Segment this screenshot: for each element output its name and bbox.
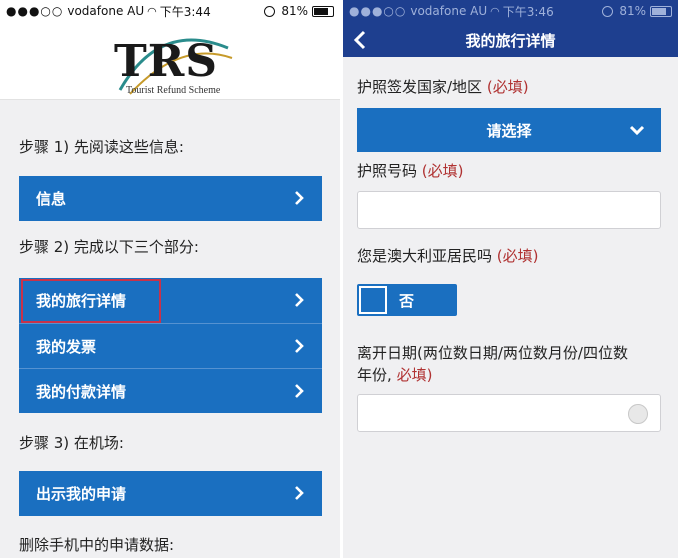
required-marker: 必填): [396, 366, 433, 384]
left-screen: ●●●○○ vodafone AU ◠ 下午3:44 81% TRS Touri…: [0, 0, 340, 558]
step-3-text: 步骤 3) 在机场:: [19, 434, 124, 452]
my-invoices-button[interactable]: 我的发票: [19, 323, 322, 368]
trs-logo: TRS: [114, 36, 219, 87]
wifi-icon: ◠: [490, 4, 500, 18]
app-header: TRS Tourist Refund Scheme: [0, 22, 340, 100]
departure-date-label: 离开日期(两位数日期/两位数月份/四位数 年份, 必填): [357, 342, 667, 386]
required-marker: (必填): [486, 78, 529, 96]
label-text: 您是澳大利亚居民吗: [357, 247, 493, 265]
required-marker: (必填): [421, 162, 464, 180]
chevron-right-icon: [295, 191, 304, 205]
resident-label: 您是澳大利亚居民吗 (必填): [357, 245, 539, 267]
toggle-label: 否: [399, 292, 415, 310]
rotation-lock-icon: [264, 5, 276, 17]
chevron-right-icon: [295, 293, 304, 307]
my-payment-details-button[interactable]: 我的付款详情: [19, 368, 322, 413]
chevron-down-icon: [629, 125, 645, 136]
passport-country-select[interactable]: 请选择: [357, 108, 661, 152]
chevron-right-icon: [295, 339, 304, 353]
info-button[interactable]: 信息: [19, 176, 322, 221]
label-text: 护照签发国家/地区: [357, 78, 483, 96]
label-text: 护照号码: [357, 162, 418, 180]
section-label: 我的发票: [36, 337, 97, 356]
toggle-knob: [359, 286, 387, 314]
carrier-name: vodafone AU: [410, 4, 488, 18]
calendar-icon[interactable]: [628, 404, 648, 424]
label-text: 年份,: [357, 366, 392, 384]
logo-tagline: Tourist Refund Scheme: [126, 85, 221, 96]
departure-date-input[interactable]: [357, 394, 661, 432]
show-claim-label: 出示我的申请: [36, 485, 127, 503]
step-1-text: 步骤 1) 先阅读这些信息:: [19, 138, 184, 156]
status-bar: ●●●○○ vodafone AU ◠ 下午3:44 81%: [0, 0, 340, 22]
battery-percent: 81%: [281, 4, 308, 18]
battery-icon: [650, 5, 672, 17]
resident-toggle[interactable]: 否: [357, 284, 457, 316]
right-screen: ●●●○○ vodafone AU ◠ 下午3:46 81% 我的旅行详情 护照…: [343, 0, 678, 558]
status-time: 下午3:44: [159, 4, 211, 19]
battery-icon: [312, 5, 334, 17]
rotation-lock-icon: [602, 5, 614, 17]
label-text: 离开日期(两位数日期/两位数月份/四位数: [357, 344, 628, 362]
step-2-text: 步骤 2) 完成以下三个部分:: [19, 238, 199, 256]
section-label: 我的付款详情: [36, 382, 127, 401]
nav-bar: 我的旅行详情: [343, 22, 678, 57]
signal-indicator: ●●●○○: [6, 4, 64, 18]
required-marker: (必填): [496, 247, 539, 265]
battery-percent: 81%: [619, 4, 646, 18]
page-title: 我的旅行详情: [465, 32, 556, 50]
passport-number-label: 护照号码 (必填): [357, 160, 464, 182]
passport-number-input[interactable]: [357, 191, 661, 229]
wifi-icon: ◠: [147, 4, 157, 18]
delete-data-text: 删除手机中的申请数据:: [19, 536, 175, 554]
show-my-claim-button[interactable]: 出示我的申请: [19, 471, 322, 516]
carrier-name: vodafone AU: [67, 4, 145, 18]
chevron-right-icon: [295, 486, 304, 500]
status-time: 下午3:46: [502, 4, 554, 19]
info-button-label: 信息: [36, 190, 67, 208]
chevron-right-icon: [295, 384, 304, 398]
status-bar: ●●●○○ vodafone AU ◠ 下午3:46 81%: [343, 0, 678, 22]
highlight-box: [21, 279, 161, 323]
select-label: 请选择: [486, 121, 532, 140]
signal-indicator: ●●●○○: [349, 4, 407, 18]
passport-country-label: 护照签发国家/地区 (必填): [357, 76, 529, 98]
